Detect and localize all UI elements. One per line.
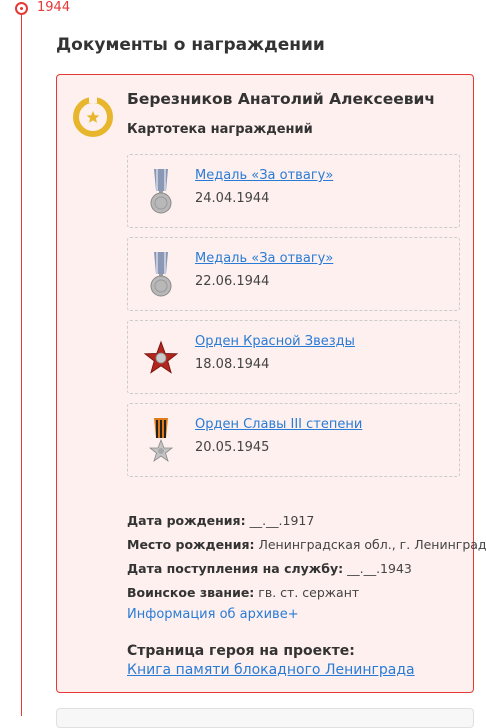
award-badge-icon bbox=[73, 97, 113, 137]
award-item: Орден Славы III степени 20.05.1945 bbox=[127, 403, 460, 477]
medal-for-courage-icon bbox=[150, 169, 172, 214]
order-red-star-icon bbox=[144, 340, 178, 374]
award-date: 20.05.1945 bbox=[195, 440, 270, 455]
military-rank-row: Воинское звание: гв. ст. сержант bbox=[127, 585, 359, 601]
timeline-dot-icon bbox=[15, 2, 28, 15]
award-name-link[interactable]: Медаль «За отвагу» bbox=[195, 168, 333, 184]
person-name: Березников Анатолий Алексеевич bbox=[127, 90, 436, 108]
birth-date-row: Дата рождения: __.__.1917 bbox=[127, 513, 314, 529]
award-item: Орден Красной Звезды 18.08.1944 bbox=[127, 320, 460, 394]
award-name-link[interactable]: Орден Красной Звезды bbox=[195, 334, 355, 350]
timeline-line bbox=[21, 12, 22, 716]
hero-page-link[interactable]: Книга памяти блокадного Ленинграда bbox=[127, 661, 415, 679]
award-item: Медаль «За отвагу» 22.06.1944 bbox=[127, 237, 460, 311]
order-of-glory-icon bbox=[148, 418, 174, 463]
award-documents-card: Березников Анатолий Алексеевич Картотека… bbox=[56, 74, 486, 693]
info-value: гв. ст. сержант bbox=[258, 585, 360, 600]
service-start-row: Дата поступления на службу: __.__.1943 bbox=[127, 561, 412, 577]
award-date: 24.04.1944 bbox=[195, 191, 270, 206]
archive-info-link[interactable]: Информация об архиве+ bbox=[127, 607, 299, 623]
info-label: Дата рождения: bbox=[127, 513, 246, 528]
info-label: Место рождения: bbox=[127, 537, 255, 552]
info-label: Дата поступления на службу: bbox=[127, 561, 344, 576]
award-name-link[interactable]: Орден Славы III степени bbox=[195, 417, 362, 433]
info-label: Воинское звание: bbox=[127, 585, 255, 600]
award-item: Медаль «За отвагу» 24.04.1944 bbox=[127, 154, 460, 228]
birth-place-row: Место рождения: Ленинградская обл., г. Л… bbox=[127, 537, 486, 553]
hero-page-heading: Страница героя на проекте: bbox=[127, 643, 355, 659]
section-title: Документы о награждении bbox=[56, 35, 325, 55]
timeline-year: 1944 bbox=[37, 0, 71, 15]
info-value: __.__.1917 bbox=[249, 513, 315, 528]
medal-for-courage-icon bbox=[150, 252, 172, 297]
card-subtitle: Картотека награждений bbox=[127, 122, 313, 137]
award-name-link[interactable]: Медаль «За отвагу» bbox=[195, 251, 333, 267]
award-date: 18.08.1944 bbox=[195, 357, 270, 372]
next-card-edge bbox=[56, 708, 474, 728]
award-date: 22.06.1944 bbox=[195, 274, 270, 289]
info-value: Ленинградская обл., г. Ленинград bbox=[258, 537, 486, 552]
info-value: __.__.1943 bbox=[347, 561, 412, 576]
